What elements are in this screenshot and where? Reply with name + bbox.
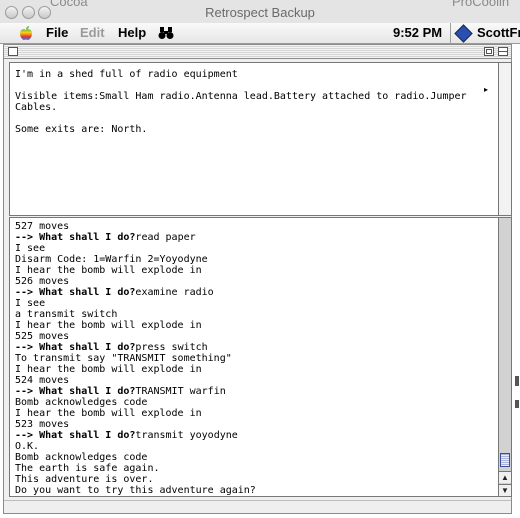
transcript-line: To transmit say "TRANSMIT something" (15, 353, 485, 364)
offscreen-window-edge (515, 376, 519, 386)
transcript-line: 523 moves (15, 419, 485, 430)
transcript-scrollbar[interactable]: ▲ ▼ (499, 217, 512, 497)
transcript-line: Disarm Code: 1=Warfin 2=Yoyodyne (15, 254, 485, 265)
scroll-down-arrow-icon[interactable]: ▼ (499, 484, 511, 496)
room-pane-scrollbar[interactable] (499, 62, 512, 216)
command-prompt: --> What shall I do? (15, 232, 136, 243)
user-name[interactable]: ScottFr (477, 25, 520, 40)
output-text: Bomb acknowledges code (15, 452, 148, 463)
command-text: TRANSMIT warfin (135, 386, 226, 397)
command-prompt: --> What shall I do? (15, 287, 136, 298)
window-titlebar[interactable] (4, 45, 511, 59)
transcript-line: This adventure is over. (15, 474, 485, 485)
command-text: examine radio (135, 287, 214, 298)
background-window-strip: Cocoa ProCoolin Retrospect Backup (0, 0, 520, 24)
output-text: 524 moves (15, 375, 70, 386)
transcript-command-line: --> What shall I do?read paper (15, 232, 485, 243)
output-text: O.K. (15, 441, 40, 452)
room-description-text: I'm in a shed full of radio equipment Vi… (15, 69, 467, 135)
command-prompt: --> What shall I do? (15, 430, 136, 441)
transcript-line: 526 moves (15, 276, 485, 287)
command-prompt: --> What shall I do? (15, 342, 136, 353)
output-text: I hear the bomb will explode in (15, 408, 202, 419)
transcript-line: I hear the bomb will explode in (15, 265, 485, 276)
output-text: 523 moves (15, 419, 70, 430)
transcript-line: Do you want to try this adventure again? (15, 485, 485, 496)
transcript-pane[interactable]: 527 moves --> What shall I do?read paper I… (9, 217, 499, 497)
output-text: This adventure is over. (15, 474, 154, 485)
window-close-box-icon[interactable] (8, 47, 18, 56)
transcript-line: Bomb acknowledges code (15, 397, 485, 408)
transcript-line: I hear the bomb will explode in (15, 364, 485, 375)
output-text: 525 moves (15, 331, 70, 342)
output-text: I hear the bomb will explode in (15, 364, 202, 375)
output-text: Do you want to try this adventure again? (15, 485, 256, 496)
command-text: press switch (135, 342, 208, 353)
output-text: The earth is safe again. (15, 463, 160, 474)
output-text: I see (15, 298, 46, 309)
transcript-text: 527 moves --> What shall I do?read paper I… (15, 221, 485, 496)
transcript-line: 525 moves (15, 331, 485, 342)
transcript-line: The earth is safe again. (15, 463, 485, 474)
output-text: 526 moves (15, 276, 70, 287)
user-diamond-icon[interactable] (454, 24, 473, 43)
adventure-window: I'm in a shed full of radio equipment Vi… (3, 44, 512, 514)
transcript-line: 527 moves (15, 221, 485, 232)
transcript-command-line: --> What shall I do?press switch (15, 342, 485, 353)
apple-menu-icon[interactable] (18, 25, 34, 41)
edit-menu[interactable]: Edit (80, 25, 105, 40)
output-text: I see (15, 243, 46, 254)
find-icon[interactable] (158, 26, 174, 40)
scrollbar-thumb[interactable] (500, 453, 510, 467)
command-text: transmit yoyodyne (135, 430, 238, 441)
room-description-pane: I'm in a shed full of radio equipment Vi… (9, 62, 499, 216)
transcript-command-line: --> What shall I do?TRANSMIT warfin (15, 386, 485, 397)
transcript-line: a transmit switch (15, 309, 485, 320)
window-zoom-box-icon[interactable] (484, 47, 494, 56)
app-title: Retrospect Backup (205, 5, 315, 20)
output-text: Bomb acknowledges code (15, 397, 148, 408)
scroll-up-arrow-icon[interactable]: ▲ (499, 471, 511, 483)
command-prompt: --> What shall I do? (15, 386, 136, 397)
caret-icon: ▸ (484, 85, 489, 94)
menubar-divider (450, 23, 451, 44)
output-text: a transmit switch (15, 309, 118, 320)
output-text: I hear the bomb will explode in (15, 320, 202, 331)
transcript-line: O.K. (15, 441, 485, 452)
transcript-line: I see (15, 243, 485, 254)
output-text: To transmit say "TRANSMIT something" (15, 353, 232, 364)
offscreen-window-edge (515, 400, 519, 408)
transcript-line: 524 moves (15, 375, 485, 386)
file-menu[interactable]: File (46, 25, 68, 40)
menubar-clock[interactable]: 9:52 PM (393, 25, 442, 40)
help-menu[interactable]: Help (118, 25, 146, 40)
transcript-command-line: --> What shall I do?transmit yoyodyne (15, 430, 485, 441)
menubar: File Edit Help 9:52 PM ScottFr (0, 23, 520, 44)
window-bottom-strip (4, 500, 511, 513)
command-text: read paper (135, 232, 196, 243)
transcript-command-line: --> What shall I do?examine radio (15, 287, 485, 298)
output-text: Disarm Code: 1=Warfin 2=Yoyodyne (15, 254, 208, 265)
window-collapse-box-icon[interactable] (498, 47, 508, 56)
output-text: 527 moves (15, 221, 70, 232)
transcript-line: Bomb acknowledges code (15, 452, 485, 463)
transcript-line: I hear the bomb will explode in (15, 408, 485, 419)
transcript-line: I hear the bomb will explode in (15, 320, 485, 331)
transcript-line: I see (15, 298, 485, 309)
output-text: I hear the bomb will explode in (15, 265, 202, 276)
